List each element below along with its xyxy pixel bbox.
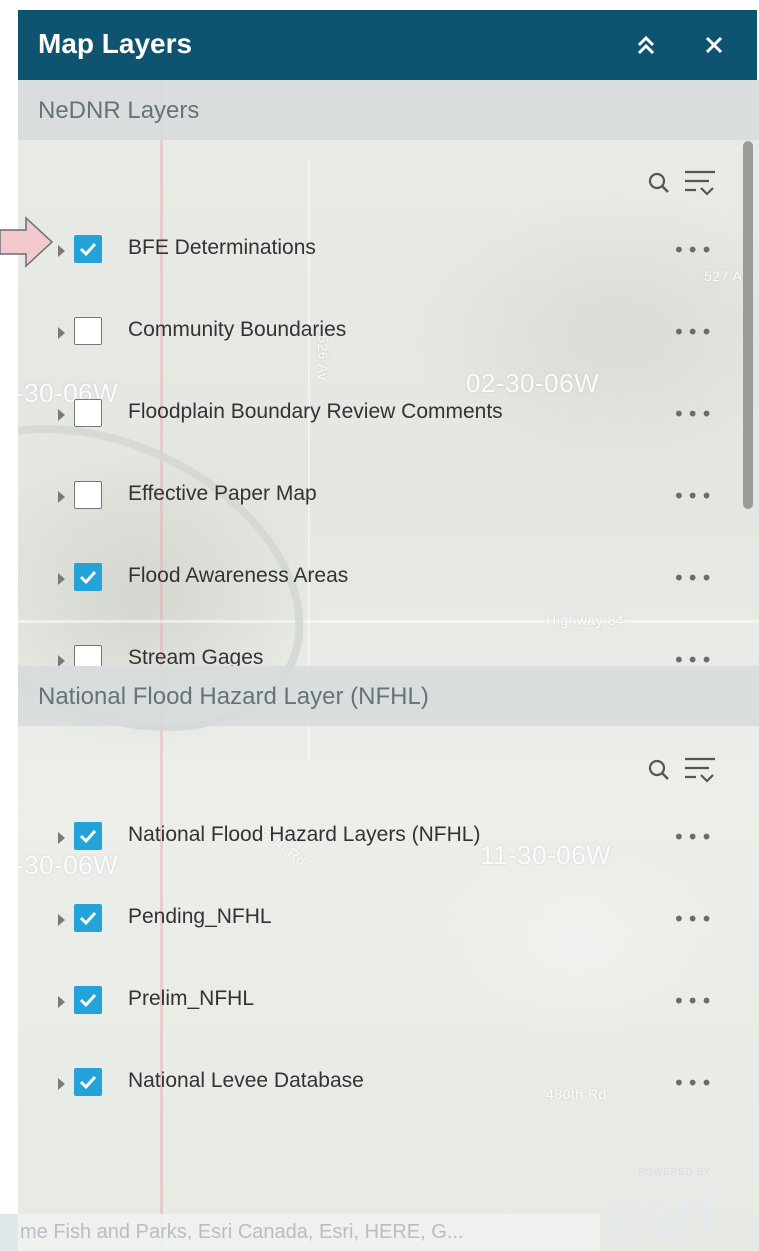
layer-item[interactable]: Effective Paper Map ••• <box>18 462 758 544</box>
search-icon <box>648 759 669 780</box>
layer-label: Effective Paper Map <box>128 482 317 505</box>
panel-header: Map Layers <box>18 10 757 80</box>
search-icon <box>648 172 669 193</box>
esri-wordmark: esri <box>606 1177 717 1249</box>
filter-icon <box>685 757 715 783</box>
layer-label: National Flood Hazard Layers (NFHL) <box>128 823 481 846</box>
section-title: NeDNR Layers <box>38 97 200 124</box>
layer-checkbox[interactable] <box>74 317 102 345</box>
panel-title: Map Layers <box>38 28 193 59</box>
more-options-button[interactable]: ••• <box>673 238 714 262</box>
layer-checkbox[interactable] <box>74 481 102 509</box>
layer-item[interactable]: National Levee Database ••• <box>18 1049 758 1131</box>
expand-caret-icon[interactable] <box>58 245 65 257</box>
close-icon <box>705 36 723 54</box>
checkmark-icon <box>79 1075 97 1090</box>
more-options-button[interactable]: ••• <box>673 320 714 344</box>
layer-checkbox[interactable] <box>74 563 102 591</box>
checkmark-icon <box>79 911 97 926</box>
attribution-text: me Fish and Parks, Esri Canada, Esri, HE… <box>20 1221 464 1243</box>
layer-checkbox[interactable] <box>74 399 102 427</box>
layer-item[interactable]: Stream Gages ••• <box>18 626 758 666</box>
esri-logo: POWERED BY esri <box>600 1150 759 1251</box>
layer-label: BFE Determinations <box>128 236 316 259</box>
section-header-nfhl[interactable]: National Flood Hazard Layer (NFHL) <box>18 666 759 726</box>
more-options-button[interactable]: ••• <box>673 1071 714 1095</box>
filter-icon <box>685 170 715 196</box>
expand-caret-icon[interactable] <box>58 491 65 503</box>
layer-tools <box>647 755 717 785</box>
layer-item[interactable]: Prelim_NFHL ••• <box>18 967 758 1049</box>
expand-caret-icon[interactable] <box>58 832 65 844</box>
layer-label: Flood Awareness Areas <box>128 564 349 587</box>
section-header-nednr[interactable]: NeDNR Layers <box>18 80 759 140</box>
expand-caret-icon[interactable] <box>58 573 65 585</box>
expand-caret-icon[interactable] <box>58 409 65 421</box>
layer-checkbox[interactable] <box>74 1068 102 1096</box>
layer-tools <box>647 168 717 198</box>
search-button[interactable] <box>647 758 671 782</box>
layer-label: Stream Gages <box>128 646 264 666</box>
layer-item[interactable]: BFE Determinations ••• <box>18 216 758 298</box>
checkmark-icon <box>79 242 97 257</box>
layer-checkbox[interactable] <box>74 904 102 932</box>
expand-caret-icon[interactable] <box>58 996 65 1008</box>
more-options-button[interactable]: ••• <box>673 825 714 849</box>
layer-label: Community Boundaries <box>128 318 347 341</box>
layer-label: National Levee Database <box>128 1069 364 1092</box>
layer-item[interactable]: Community Boundaries ••• <box>18 298 758 380</box>
map-attribution[interactable]: me Fish and Parks, Esri Canada, Esri, HE… <box>0 1214 600 1251</box>
more-options-button[interactable]: ••• <box>673 907 714 931</box>
expand-caret-icon[interactable] <box>58 655 65 666</box>
more-options-button[interactable]: ••• <box>673 989 714 1013</box>
layer-list-nfhl: National Flood Hazard Layers (NFHL) ••• … <box>18 803 758 1143</box>
checkmark-icon <box>79 829 97 844</box>
layer-item[interactable]: National Flood Hazard Layers (NFHL) ••• <box>18 803 758 885</box>
checkmark-icon <box>79 570 97 585</box>
layer-item[interactable]: Floodplain Boundary Review Comments ••• <box>18 380 758 462</box>
layer-label: Prelim_NFHL <box>128 987 255 1010</box>
more-options-button[interactable]: ••• <box>673 566 714 590</box>
filter-options-button[interactable] <box>683 168 717 198</box>
layer-list-scrollbar[interactable] <box>743 141 753 509</box>
layer-label: Pending_NFHL <box>128 905 272 928</box>
layer-list-nednr: BFE Determinations ••• Community Boundar… <box>18 216 758 666</box>
close-button[interactable] <box>698 28 730 62</box>
layer-label: Floodplain Boundary Review Comments <box>128 400 503 423</box>
layer-checkbox[interactable] <box>74 645 102 666</box>
layer-checkbox[interactable] <box>74 986 102 1014</box>
filter-options-button[interactable] <box>683 755 717 785</box>
more-options-button[interactable]: ••• <box>673 484 714 508</box>
expand-caret-icon[interactable] <box>58 914 65 926</box>
search-button[interactable] <box>647 171 671 195</box>
section-title: National Flood Hazard Layer (NFHL) <box>38 683 429 710</box>
collapse-button[interactable] <box>630 28 662 62</box>
more-options-button[interactable]: ••• <box>673 402 714 426</box>
layer-item[interactable]: Pending_NFHL ••• <box>18 885 758 967</box>
layer-checkbox[interactable] <box>74 235 102 263</box>
more-options-button[interactable]: ••• <box>673 648 714 666</box>
double-chevron-up-icon <box>637 35 655 55</box>
expand-caret-icon[interactable] <box>58 327 65 339</box>
layer-item[interactable]: Flood Awareness Areas ••• <box>18 544 758 626</box>
expand-caret-icon[interactable] <box>58 1078 65 1090</box>
layer-checkbox[interactable] <box>74 822 102 850</box>
checkmark-icon <box>79 993 97 1008</box>
